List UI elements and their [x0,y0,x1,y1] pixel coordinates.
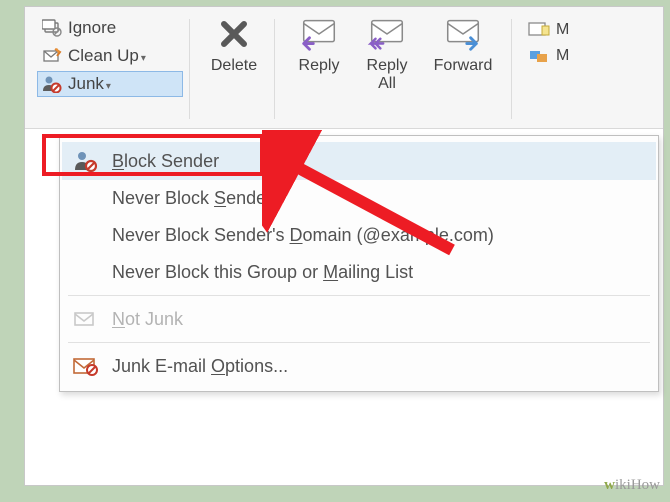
menu-separator [68,342,650,343]
meeting-icon [528,21,550,39]
ribbon-divider [274,19,275,119]
ribbon-group-delete-left: Ignore Clean Up▾ Junk▾ [37,13,183,97]
junk-options-icon [72,355,98,377]
junk-dropdown-menu: Block Sender Never Block Sender Never Bl… [59,135,659,392]
menu-never-block-domain[interactable]: Never Block Sender's Domain (@example.co… [62,217,656,254]
menu-not-junk: Not Junk [62,300,656,338]
cleanup-button[interactable]: Clean Up▾ [37,43,183,69]
forward-icon [442,13,484,55]
reply-all-button[interactable]: ReplyAll [353,13,421,93]
ribbon-toolbar: Ignore Clean Up▾ Junk▾ Delete [25,7,663,129]
more-button[interactable]: M [528,47,569,65]
menu-never-block-sender[interactable]: Never Block Sender [62,180,656,217]
reply-all-icon [366,13,408,55]
cleanup-label: Clean Up▾ [68,46,146,66]
menu-label: Never Block this Group or Mailing List [112,262,413,283]
ignore-button[interactable]: Ignore [37,15,183,41]
delete-label: Delete [211,57,257,75]
forward-label: Forward [434,57,493,75]
meeting-button[interactable]: M [528,21,569,39]
ribbon-divider [511,19,512,119]
ribbon-group-right: M M [522,13,569,65]
chevron-down-icon: ▾ [106,81,111,92]
meeting-label: M [556,21,569,39]
ignore-icon [42,18,62,38]
reply-button[interactable]: Reply [285,13,353,75]
junk-button[interactable]: Junk▾ [37,71,183,97]
menu-label: Junk E-mail Options... [112,356,288,377]
menu-block-sender[interactable]: Block Sender [62,142,656,180]
reply-all-label: ReplyAll [367,57,408,93]
reply-icon [298,13,340,55]
menu-label: Not Junk [112,309,183,330]
chevron-down-icon: ▾ [141,53,146,64]
reply-label: Reply [299,57,340,75]
delete-icon [213,13,255,55]
cleanup-icon [42,46,62,66]
watermark: wikiHow [604,477,660,494]
junk-label: Junk▾ [68,74,111,94]
menu-junk-options[interactable]: Junk E-mail Options... [62,347,656,385]
menu-label: Never Block Sender [112,188,272,209]
delete-button[interactable]: Delete [200,13,268,75]
ignore-label: Ignore [68,18,116,38]
more-icon [528,47,550,65]
menu-label: Never Block Sender's Domain (@example.co… [112,225,494,246]
ribbon-divider [189,19,190,119]
junk-icon [42,74,62,94]
more-label: M [556,47,569,65]
block-sender-icon [72,150,98,172]
menu-label: Block Sender [112,151,219,172]
app-window: Ignore Clean Up▾ Junk▾ Delete [24,6,664,486]
not-junk-icon [72,308,98,330]
menu-separator [68,295,650,296]
forward-button[interactable]: Forward [421,13,505,75]
menu-never-block-group[interactable]: Never Block this Group or Mailing List [62,254,656,291]
